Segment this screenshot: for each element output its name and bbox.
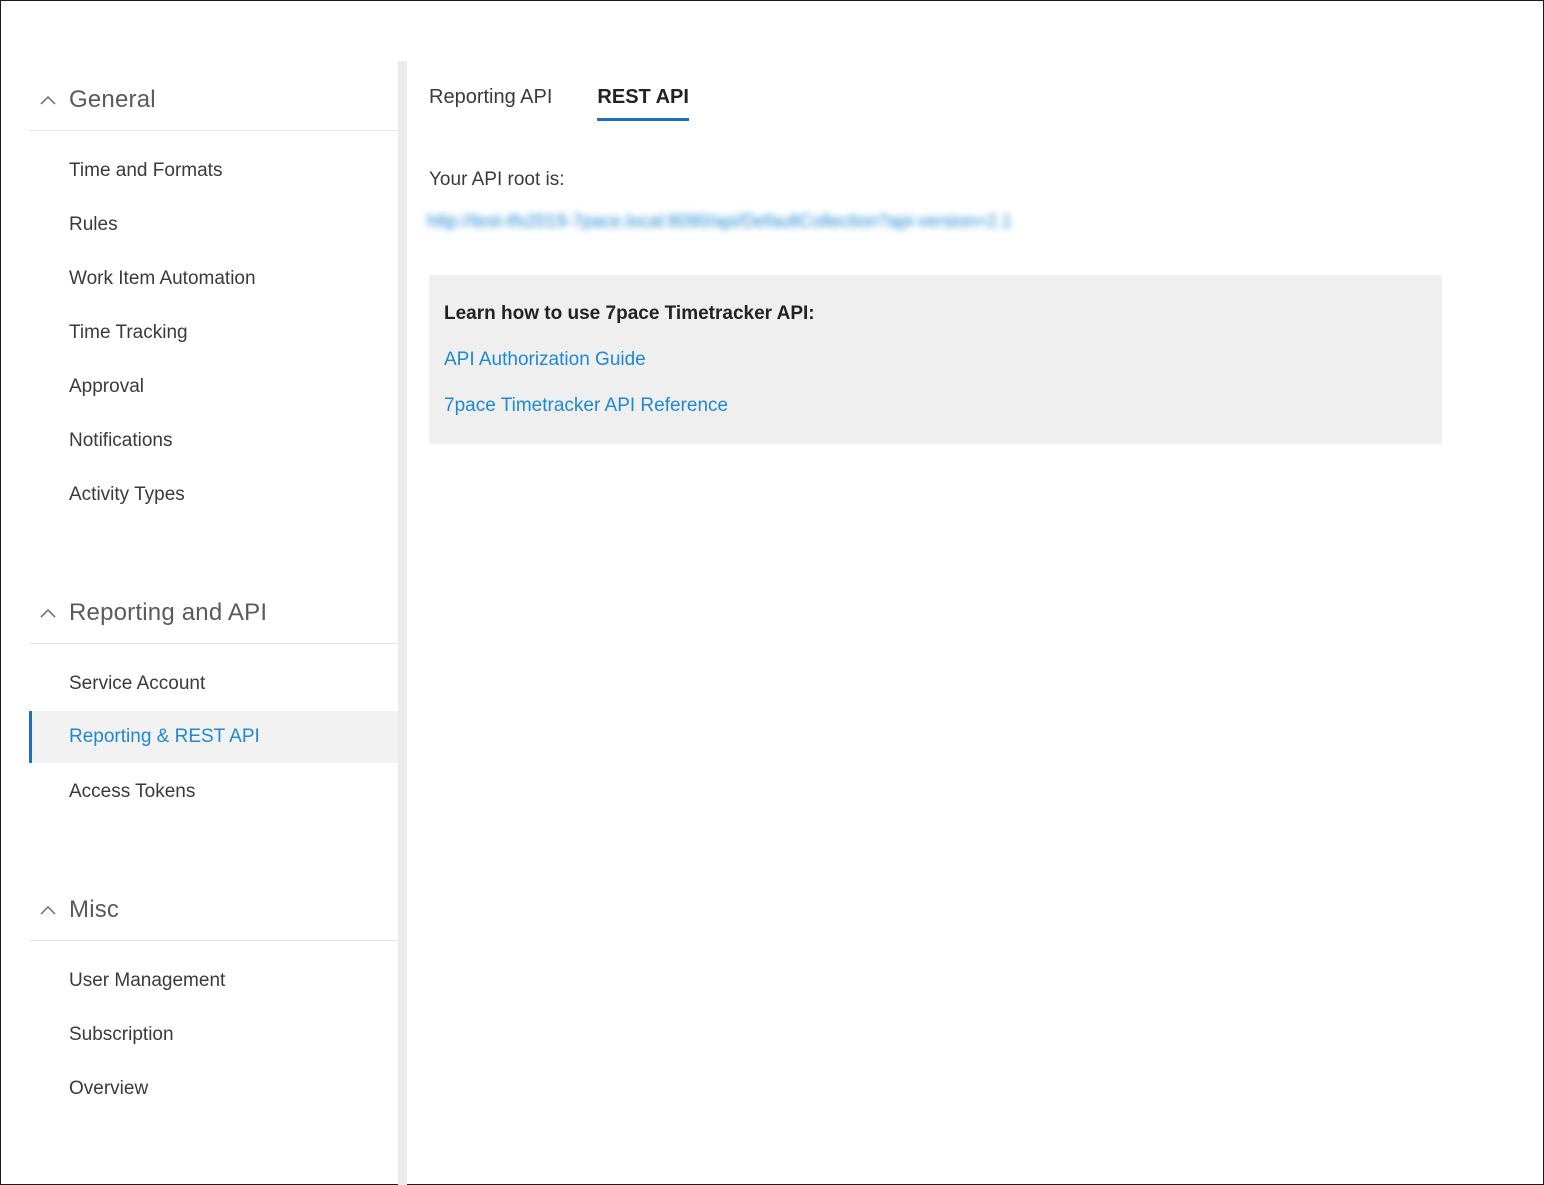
sidebar-item-time-and-formats[interactable]: Time and Formats — [29, 145, 398, 197]
section-header-reporting-and-api[interactable]: Reporting and API — [29, 582, 398, 644]
app-frame: General Time and Formats Rules Work Item… — [0, 0, 1544, 1185]
main-content: Reporting API REST API Your API root is:… — [407, 61, 1543, 1185]
sidebar-item-work-item-automation[interactable]: Work Item Automation — [29, 253, 398, 305]
section-header-misc[interactable]: Misc — [29, 879, 398, 941]
sidebar-item-service-account[interactable]: Service Account — [29, 658, 398, 710]
chevron-up-icon — [37, 899, 59, 921]
sidebar-item-overview[interactable]: Overview — [29, 1063, 398, 1115]
api-root-label: Your API root is: — [429, 169, 565, 190]
api-reference-link[interactable]: 7pace Timetracker API Reference — [444, 395, 728, 417]
tab-rest-api[interactable]: REST API — [597, 75, 689, 121]
api-info-box: Learn how to use 7pace Timetracker API: … — [429, 275, 1442, 444]
section-title: Reporting and API — [69, 598, 268, 626]
settings-sidebar: General Time and Formats Rules Work Item… — [29, 61, 398, 1185]
api-root-url[interactable]: http://test-tfs2019-7pace.local:8090/api… — [427, 211, 1012, 232]
sidebar-item-subscription[interactable]: Subscription — [29, 1009, 398, 1061]
sidebar-divider — [398, 61, 407, 1185]
sidebar-item-user-management[interactable]: User Management — [29, 955, 398, 1007]
section-header-general[interactable]: General — [29, 69, 398, 131]
info-title: Learn how to use 7pace Timetracker API: — [444, 303, 815, 324]
sidebar-item-activity-types[interactable]: Activity Types — [29, 469, 398, 521]
section-title: General — [69, 85, 156, 113]
sidebar-item-reporting-rest-api[interactable]: Reporting & REST API — [29, 711, 398, 763]
tab-reporting-api[interactable]: Reporting API — [429, 75, 552, 119]
sidebar-item-time-tracking[interactable]: Time Tracking — [29, 307, 398, 359]
sidebar-item-approval[interactable]: Approval — [29, 361, 398, 413]
tab-bar: Reporting API REST API — [429, 75, 734, 121]
sidebar-item-notifications[interactable]: Notifications — [29, 415, 398, 467]
chevron-up-icon — [37, 89, 59, 111]
sidebar-item-access-tokens[interactable]: Access Tokens — [29, 766, 398, 818]
api-authorization-guide-link[interactable]: API Authorization Guide — [444, 349, 646, 371]
chevron-up-icon — [37, 602, 59, 624]
sidebar-item-rules[interactable]: Rules — [29, 199, 398, 251]
section-title: Misc — [69, 895, 120, 923]
